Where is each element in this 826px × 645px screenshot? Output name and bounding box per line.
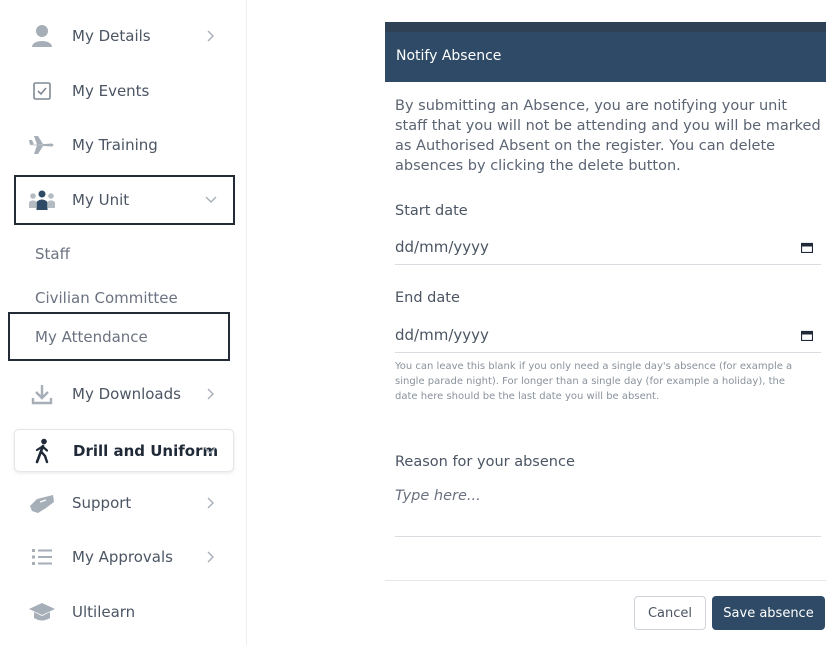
sidebar-item-label: My Events: [72, 82, 150, 100]
download-icon: [28, 382, 56, 406]
end-date-placeholder: dd/mm/yyyy: [395, 326, 489, 344]
person-icon: [28, 24, 56, 48]
end-date-input[interactable]: dd/mm/yyyy: [395, 322, 821, 353]
start-date-input[interactable]: dd/mm/yyyy: [395, 234, 821, 265]
calendar-icon[interactable]: [801, 330, 813, 341]
end-date-help-text: You can leave this blank if you only nee…: [395, 361, 793, 402]
save-absence-button[interactable]: Save absence: [712, 596, 825, 630]
modal-header: Notify Absence: [385, 32, 826, 82]
walking-person-icon: [29, 438, 57, 463]
sidebar: My Details My Events My Training My Unit…: [0, 0, 247, 645]
chevron-down-icon: [203, 444, 217, 458]
sidebar-item-label: Drill and Uniform: [73, 441, 219, 460]
graduation-cap-icon: [28, 600, 56, 624]
sidebar-item-support[interactable]: Support: [14, 484, 234, 522]
chevron-right-icon: [204, 387, 218, 401]
chevron-down-icon: [204, 193, 218, 207]
modal-title: Notify Absence: [396, 48, 502, 64]
handshake-icon: [28, 491, 56, 515]
sub-item-label: Staff: [35, 245, 70, 263]
chevron-right-icon: [204, 550, 218, 564]
sub-item-label: My Attendance: [35, 327, 148, 346]
chevron-right-icon: [204, 29, 218, 43]
sidebar-item-my-training[interactable]: My Training: [14, 126, 234, 164]
end-date-label: End date: [395, 290, 460, 306]
reason-label: Reason for your absence: [395, 454, 575, 470]
start-date-placeholder: dd/mm/yyyy: [395, 238, 489, 256]
plane-icon: [28, 133, 56, 157]
reason-textarea[interactable]: Type here...: [395, 486, 821, 537]
sidebar-item-ultilearn[interactable]: Ultilearn: [14, 593, 234, 631]
chevron-right-icon: [204, 496, 218, 510]
modal-intro-text: By submitting an Absence, you are notify…: [395, 98, 821, 174]
sidebar-item-my-unit[interactable]: My Unit: [14, 175, 235, 225]
modal-backdrop-strip: [385, 22, 826, 32]
sidebar-item-drill-and-uniform[interactable]: Drill and Uniform: [14, 429, 234, 472]
sidebar-item-my-approvals[interactable]: My Approvals: [14, 538, 234, 576]
sidebar-item-my-events[interactable]: My Events: [14, 72, 234, 110]
sidebar-item-label: My Details: [72, 27, 151, 45]
list-icon: [28, 545, 56, 569]
sidebar-item-label: Support: [72, 494, 132, 512]
cancel-button[interactable]: Cancel: [634, 596, 706, 630]
sub-item-my-attendance[interactable]: My Attendance: [8, 312, 230, 361]
group-icon: [28, 188, 56, 212]
sidebar-item-label: My Downloads: [72, 385, 181, 403]
reason-placeholder: Type here...: [395, 488, 481, 504]
sidebar-item-label: My Training: [72, 136, 158, 154]
sidebar-item-label: My Unit: [72, 191, 130, 209]
calendar-icon[interactable]: [801, 242, 813, 253]
sidebar-item-my-downloads[interactable]: My Downloads: [14, 375, 234, 413]
checkbox-icon: [28, 79, 56, 103]
sidebar-item-label: Ultilearn: [72, 603, 136, 621]
start-date-label: Start date: [395, 203, 468, 219]
modal-footer-divider: [385, 580, 826, 581]
sidebar-item-my-details[interactable]: My Details: [14, 17, 234, 55]
sidebar-item-label: My Approvals: [72, 548, 173, 566]
sub-item-staff[interactable]: Staff: [8, 234, 230, 274]
sub-item-label: Civilian Committee: [35, 289, 178, 307]
